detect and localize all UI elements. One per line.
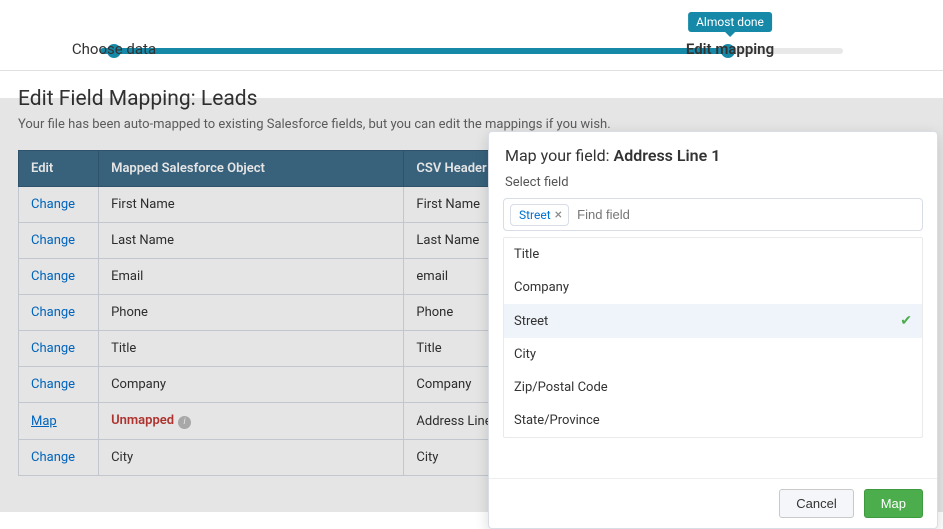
field-option[interactable]: Company xyxy=(504,271,922,304)
field-option-label: Street xyxy=(514,314,548,329)
modal-title-prefix: Map your field: xyxy=(505,146,614,165)
field-option-label: Title xyxy=(514,247,539,262)
stepper-fill xyxy=(100,48,730,54)
step-label-choose-data: Choose data xyxy=(72,40,156,58)
cancel-button[interactable]: Cancel xyxy=(779,489,853,518)
field-option-label: City xyxy=(514,347,536,362)
modal-select-label: Select field xyxy=(489,175,937,198)
map-field-modal: Map your field: Address Line 1 Select fi… xyxy=(488,131,938,529)
field-option[interactable]: City xyxy=(504,338,922,371)
chip-remove-icon[interactable]: × xyxy=(555,207,562,223)
check-icon: ✔ xyxy=(900,313,912,329)
chip-label: Street xyxy=(519,208,551,222)
field-option-label: Company xyxy=(514,280,569,295)
field-option[interactable]: Zip/Postal Code xyxy=(504,371,922,404)
modal-title-field: Address Line 1 xyxy=(614,146,721,165)
field-option[interactable]: Street ✔ xyxy=(504,304,922,338)
find-field-input[interactable] xyxy=(575,203,916,226)
map-button[interactable]: Map xyxy=(864,489,923,518)
progress-stepper: Almost done Choose data Edit mapping xyxy=(0,0,943,70)
modal-title: Map your field: Address Line 1 xyxy=(489,132,937,175)
field-option[interactable]: Title xyxy=(504,238,922,271)
step-label-edit-mapping: Edit mapping xyxy=(686,40,774,58)
almost-done-badge: Almost done xyxy=(688,12,772,32)
field-option-label: State/Province xyxy=(514,413,600,428)
modal-footer: Cancel Map xyxy=(489,478,937,528)
field-option-label: Zip/Postal Code xyxy=(514,380,608,395)
field-select-box[interactable]: Street × xyxy=(503,198,923,231)
selected-chip[interactable]: Street × xyxy=(510,204,569,226)
field-options-list: Title Company Street ✔ City Zip/Postal Code St… xyxy=(503,237,923,438)
field-option[interactable]: State/Province xyxy=(504,404,922,437)
